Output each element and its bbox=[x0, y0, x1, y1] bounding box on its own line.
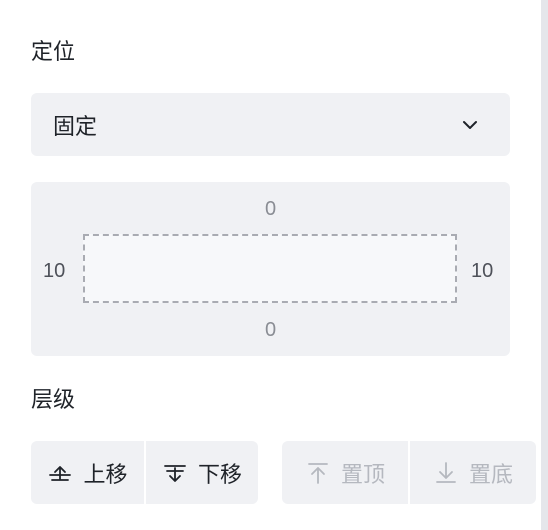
offset-right-value[interactable]: 10 bbox=[471, 260, 493, 283]
scrollbar[interactable] bbox=[541, 0, 548, 530]
bring-to-top-button[interactable]: 置顶 bbox=[282, 441, 408, 504]
bring-to-top-label: 置顶 bbox=[340, 461, 385, 487]
send-to-bottom-button[interactable]: 置底 bbox=[410, 441, 536, 504]
layer-section-title: 层级 bbox=[31, 387, 76, 412]
element-box-preview bbox=[83, 234, 457, 303]
move-down-label: 下移 bbox=[197, 461, 242, 487]
move-down-button[interactable]: 下移 bbox=[146, 441, 258, 504]
send-to-bottom-label: 置底 bbox=[468, 461, 513, 487]
move-up-button[interactable]: 上移 bbox=[31, 441, 144, 504]
move-down-icon bbox=[164, 464, 186, 482]
layer-move-group: 上移 下移 bbox=[31, 441, 258, 504]
offset-top-value[interactable]: 0 bbox=[31, 198, 510, 221]
properties-panel: 定位 固定 0 10 10 0 层级 上移 下移 置顶 置底 bbox=[0, 0, 540, 530]
move-up-label: 上移 bbox=[83, 461, 128, 487]
position-mode-select[interactable]: 固定 bbox=[31, 93, 510, 156]
position-mode-value: 固定 bbox=[53, 113, 98, 139]
send-to-bottom-icon bbox=[436, 461, 456, 483]
offset-left-value[interactable]: 10 bbox=[43, 260, 65, 283]
bring-to-top-icon bbox=[308, 462, 328, 484]
offset-bottom-value[interactable]: 0 bbox=[31, 319, 510, 342]
position-section-title: 定位 bbox=[31, 39, 76, 64]
offset-box-editor: 0 10 10 0 bbox=[31, 182, 510, 356]
layer-order-group: 置顶 置底 bbox=[282, 441, 536, 504]
move-up-icon bbox=[49, 465, 72, 481]
chevron-down-icon bbox=[463, 121, 477, 129]
